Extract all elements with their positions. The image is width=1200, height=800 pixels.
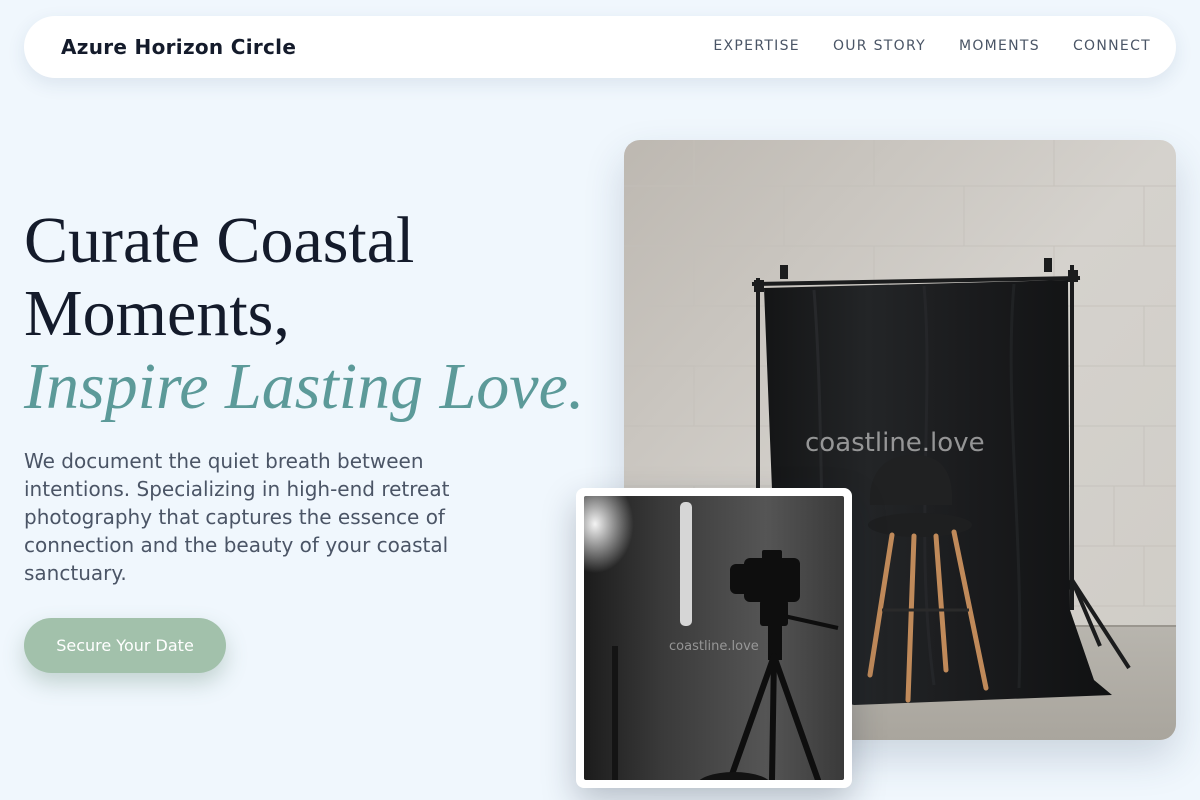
detail-photo-watermark: coastline.love	[669, 639, 759, 654]
nav-link-expertise[interactable]: EXPERTISE	[713, 38, 800, 54]
headline-line-2: Moments,	[24, 277, 290, 350]
nav-link-moments[interactable]: MOMENTS	[959, 38, 1040, 54]
nav-link-connect[interactable]: CONNECT	[1073, 38, 1151, 54]
hero-intro-text: We document the quiet breath between int…	[24, 449, 450, 585]
headline-line-1: Curate Coastal	[24, 204, 415, 277]
site-header: Azure Horizon Circle EXPERTISE OUR STORY…	[24, 16, 1176, 78]
headline-accent: Inspire Lasting Love.	[24, 350, 585, 423]
camera-photo-frame: coastline.love	[584, 496, 844, 780]
main-photo-watermark: coastline.love	[805, 428, 985, 458]
hero-headline: Curate Coastal Moments, Inspire Lasting …	[24, 204, 584, 423]
camera-detail-photo: coastline.love	[576, 488, 852, 788]
main-nav: EXPERTISE OUR STORY MOMENTS CONNECT	[713, 38, 1151, 54]
secure-date-button[interactable]: Secure Your Date	[24, 618, 226, 673]
brand-logo[interactable]: Azure Horizon Circle	[61, 35, 296, 59]
camera-tripod-illustration	[584, 496, 844, 780]
nav-link-our-story[interactable]: OUR STORY	[833, 38, 926, 54]
